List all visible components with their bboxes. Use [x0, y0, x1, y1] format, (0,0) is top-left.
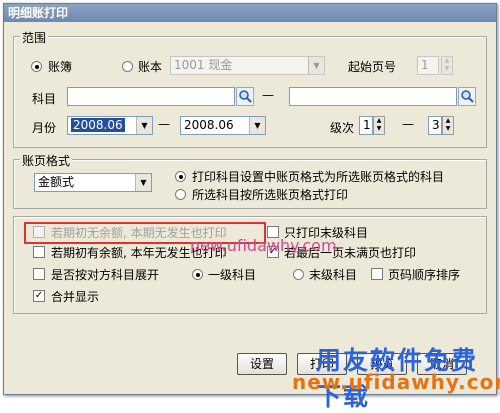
level-dash: —: [402, 117, 414, 131]
search-icon[interactable]: [458, 87, 476, 106]
start-page-label: 起始页号: [348, 60, 397, 74]
radio-format-option1[interactable]: [175, 171, 186, 182]
book-select[interactable]: 1001 现金 ▼: [170, 56, 325, 75]
last-level-label: 末级科目: [309, 268, 358, 282]
range-group-label: 范围: [20, 29, 49, 46]
month-label: 月份: [32, 121, 57, 135]
merge-display-label: 合并显示: [51, 290, 100, 304]
chevron-down-icon[interactable]: ▼: [308, 57, 324, 74]
start-page-value: 1: [421, 58, 429, 72]
level-to-spinner[interactable]: ▲ ▼: [442, 116, 454, 135]
radio-ledger[interactable]: [31, 61, 42, 72]
radio-ledger-label: 账簿: [48, 60, 73, 74]
month-to-select[interactable]: 2008.06 ▼: [180, 116, 266, 135]
subject-label: 科目: [32, 92, 57, 106]
window-title: 明细账打印: [4, 4, 496, 22]
format-select[interactable]: 金额式 ▼: [34, 173, 152, 192]
level-from-field[interactable]: 1: [359, 116, 373, 135]
radio-book[interactable]: [122, 61, 133, 72]
chevron-down-icon[interactable]: ▼: [135, 174, 151, 191]
print-dialog: 明细账打印 范围 账簿 账本 1001 现金 ▼ 起始页号 1 ▲ ▼ 科目 — …: [3, 3, 500, 411]
radio-last-level[interactable]: [293, 269, 304, 280]
start-page-field[interactable]: 1: [417, 56, 439, 75]
search-icon[interactable]: [236, 87, 254, 106]
subject-from-field[interactable]: [67, 87, 235, 106]
page-order-label: 页码顺序排序: [388, 268, 461, 282]
subject-to-field[interactable]: [289, 87, 457, 106]
checkbox-has-opening-balance[interactable]: [33, 246, 45, 258]
checkbox-merge-display[interactable]: ✓: [33, 290, 45, 302]
checkbox-page-order[interactable]: [371, 268, 383, 280]
subject-dash: —: [262, 88, 274, 102]
settings-button[interactable]: 设置: [237, 353, 287, 375]
level-to-value: 3: [432, 118, 440, 132]
month-from-select[interactable]: 2008.06 ▼: [67, 116, 153, 135]
radio-first-level[interactable]: [192, 269, 203, 280]
format-group-label: 账页格式: [20, 152, 73, 169]
first-level-label: 一级科目: [208, 268, 257, 282]
book-select-value: 1001 现金: [174, 58, 233, 72]
level-from-spinner[interactable]: ▲ ▼: [373, 116, 385, 135]
month-from-value: 2008.06: [71, 118, 125, 132]
start-page-spinner[interactable]: ▲ ▼: [441, 56, 453, 75]
format-select-value: 金额式: [38, 175, 75, 189]
level-from-value: 1: [363, 118, 371, 132]
checkbox-no-opening-balance[interactable]: [33, 226, 45, 238]
month-dash: —: [158, 117, 170, 131]
chevron-down-icon[interactable]: ▼: [249, 117, 265, 134]
radio-format-option2[interactable]: [175, 189, 186, 200]
chevron-down-icon[interactable]: ▼: [136, 117, 152, 134]
format-option1-label: 打印科目设置中账页格式为所选账页格式的科目: [192, 170, 445, 184]
watermark-url: new.ufidawhy.com: [292, 370, 500, 394]
checkbox-expand-counter[interactable]: [33, 268, 45, 280]
month-to-value: 2008.06: [184, 118, 234, 132]
level-to-field[interactable]: 3: [428, 116, 442, 135]
level-label: 级次: [330, 121, 355, 135]
format-option2-label: 所选科目按所选账页格式打印: [192, 188, 349, 202]
expand-counter-label: 是否按对方科目展开: [51, 268, 160, 282]
radio-book-label: 账本: [138, 60, 163, 74]
watermark-url-small: new.ufidawhy.com: [190, 236, 337, 255]
